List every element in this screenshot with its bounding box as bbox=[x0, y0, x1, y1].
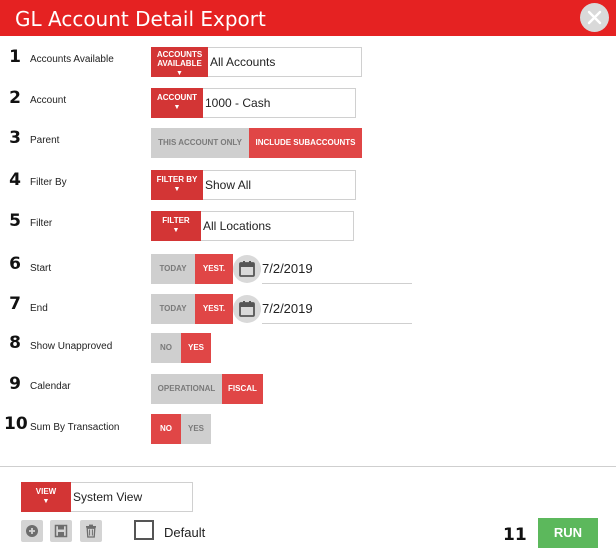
accounts-available-value[interactable]: All Accounts bbox=[208, 47, 362, 77]
step-number-11: 11 bbox=[503, 525, 527, 545]
save-icon bbox=[54, 524, 68, 538]
row-parent: 3 Parent THIS ACCOUNT ONLY INCLUDE SUBAC… bbox=[0, 128, 616, 158]
row-label: Filter By bbox=[30, 177, 67, 188]
filter-dropdown-button[interactable]: FILTER ▼ bbox=[151, 211, 201, 241]
row-accounts-available: 1 Accounts Available ACCOUNTS AVAILABLE … bbox=[0, 47, 616, 77]
option-today[interactable]: TODAY bbox=[151, 254, 195, 284]
caret-down-icon: ▼ bbox=[42, 498, 50, 505]
row-filter: 5 Filter FILTER ▼ All Locations bbox=[0, 211, 616, 241]
end-toggle: TODAY YEST. bbox=[151, 294, 233, 324]
row-end: 7 End TODAY YEST. 7/2/2019 bbox=[0, 294, 616, 324]
view-selector: VIEW ▼ System View bbox=[0, 482, 616, 512]
filter-value[interactable]: All Locations bbox=[201, 211, 354, 241]
dropdown-button-label: FILTER BY bbox=[156, 175, 198, 184]
row-number: 6 bbox=[9, 254, 21, 274]
option-yes[interactable]: YES bbox=[181, 414, 211, 444]
row-label: Accounts Available bbox=[30, 54, 114, 65]
plus-circle-icon bbox=[26, 525, 38, 537]
dropdown-button-label: FILTER bbox=[162, 216, 190, 225]
row-label: Parent bbox=[30, 135, 60, 146]
default-checkbox-label: Default bbox=[164, 525, 206, 540]
filter-by-value[interactable]: Show All bbox=[203, 170, 356, 200]
footer-divider bbox=[0, 466, 616, 467]
window-title: GL Account Detail Export bbox=[15, 7, 266, 31]
option-fiscal[interactable]: FISCAL bbox=[222, 374, 263, 404]
row-show-unapproved: 8 Show Unapproved NO YES bbox=[0, 333, 616, 363]
option-this-account-only[interactable]: THIS ACCOUNT ONLY bbox=[151, 128, 249, 158]
calendar-icon bbox=[239, 301, 255, 317]
row-number: 10 bbox=[4, 414, 28, 434]
close-button[interactable] bbox=[580, 3, 609, 32]
row-start: 6 Start TODAY YEST. 7/2/2019 bbox=[0, 254, 616, 284]
option-operational[interactable]: OPERATIONAL bbox=[151, 374, 222, 404]
close-icon bbox=[587, 10, 602, 25]
row-calendar: 9 Calendar OPERATIONAL FISCAL bbox=[0, 374, 616, 404]
row-number: 8 bbox=[9, 333, 21, 353]
row-label: Show Unapproved bbox=[30, 341, 113, 352]
row-number: 5 bbox=[9, 211, 21, 231]
dropdown-button-label: ACCOUNTS AVAILABLE bbox=[156, 50, 203, 68]
account-dropdown-button[interactable]: ACCOUNT ▼ bbox=[151, 88, 203, 118]
calendar-icon bbox=[239, 261, 255, 277]
title-bar: GL Account Detail Export bbox=[0, 0, 616, 36]
row-label: Filter bbox=[30, 218, 53, 229]
calendar-toggle: OPERATIONAL FISCAL bbox=[151, 374, 263, 404]
save-view-button[interactable] bbox=[50, 520, 72, 542]
account-value[interactable]: 1000 - Cash bbox=[203, 88, 356, 118]
row-number: 1 bbox=[9, 47, 21, 67]
row-filter-by: 4 Filter By FILTER BY ▼ Show All bbox=[0, 170, 616, 200]
row-label: Start bbox=[30, 263, 52, 274]
caret-down-icon: ▼ bbox=[173, 186, 181, 193]
start-calendar-button[interactable] bbox=[233, 255, 261, 283]
option-yesterday[interactable]: YEST. bbox=[195, 294, 233, 324]
row-label: Account bbox=[30, 95, 67, 106]
row-label: End bbox=[30, 303, 48, 314]
show-unapproved-toggle: NO YES bbox=[151, 333, 211, 363]
caret-down-icon: ▼ bbox=[172, 227, 180, 234]
row-account: 2 Account ACCOUNT ▼ 1000 - Cash bbox=[0, 88, 616, 118]
dropdown-button-label: VIEW bbox=[35, 487, 57, 496]
accounts-available-dropdown-button[interactable]: ACCOUNTS AVAILABLE ▼ bbox=[151, 47, 208, 77]
row-sum-by-transaction: 10 Sum By Transaction NO YES bbox=[0, 414, 616, 444]
add-view-button[interactable] bbox=[21, 520, 43, 542]
option-no[interactable]: NO bbox=[151, 333, 181, 363]
row-number: 2 bbox=[9, 88, 21, 108]
row-number: 3 bbox=[9, 128, 21, 148]
row-label: Calendar bbox=[30, 381, 71, 392]
end-date-input[interactable]: 7/2/2019 bbox=[262, 294, 412, 324]
start-date-input[interactable]: 7/2/2019 bbox=[262, 254, 412, 284]
option-yesterday[interactable]: YEST. bbox=[195, 254, 233, 284]
view-value[interactable]: System View bbox=[71, 482, 193, 512]
parent-toggle: THIS ACCOUNT ONLY INCLUDE SUBACCOUNTS bbox=[151, 128, 362, 158]
row-number: 4 bbox=[9, 170, 21, 190]
start-toggle: TODAY YEST. bbox=[151, 254, 233, 284]
caret-down-icon: ▼ bbox=[173, 104, 181, 111]
trash-icon bbox=[86, 524, 96, 538]
view-dropdown-button[interactable]: VIEW ▼ bbox=[21, 482, 71, 512]
option-yes[interactable]: YES bbox=[181, 333, 211, 363]
row-label: Sum By Transaction bbox=[30, 422, 120, 433]
delete-view-button[interactable] bbox=[80, 520, 102, 542]
run-button[interactable]: RUN bbox=[538, 518, 598, 548]
option-no[interactable]: NO bbox=[151, 414, 181, 444]
end-calendar-button[interactable] bbox=[233, 295, 261, 323]
default-checkbox[interactable] bbox=[134, 520, 154, 540]
option-today[interactable]: TODAY bbox=[151, 294, 195, 324]
sum-by-transaction-toggle: NO YES bbox=[151, 414, 211, 444]
row-number: 7 bbox=[9, 294, 21, 314]
row-number: 9 bbox=[9, 374, 21, 394]
option-include-subaccounts[interactable]: INCLUDE SUBACCOUNTS bbox=[249, 128, 362, 158]
dropdown-button-label: ACCOUNT bbox=[157, 93, 197, 102]
caret-down-icon: ▼ bbox=[176, 70, 183, 77]
filter-by-dropdown-button[interactable]: FILTER BY ▼ bbox=[151, 170, 203, 200]
